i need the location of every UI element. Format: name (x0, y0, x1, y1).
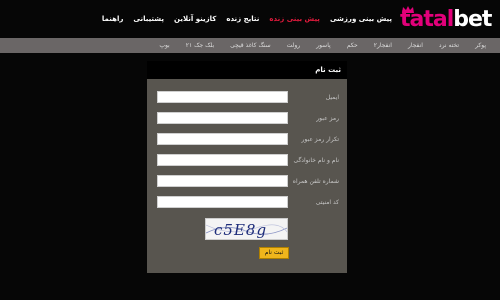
register-submit-button[interactable]: ثبت نام (259, 247, 289, 259)
captcha-text: c5E8g (214, 221, 268, 239)
mobile-row: شماره تلفن همراه (147, 175, 347, 188)
confirm-password-field[interactable] (157, 133, 288, 145)
email-row: ایمیل (147, 91, 347, 104)
security-code-label: کد امنیتی (315, 199, 339, 206)
password-field[interactable] (157, 112, 288, 124)
email-field[interactable] (157, 91, 288, 103)
security-code-row: کد امنیتی (147, 196, 347, 209)
nav-help[interactable]: راهنما (102, 14, 123, 24)
email-label: ایمیل (325, 94, 339, 101)
category-poker[interactable]: پوکر (467, 38, 494, 53)
category-bar: پوکر تخته نرد انفجار انفجار۲ حکم پاسور ر… (0, 38, 500, 53)
category-hokm[interactable]: حکم (339, 38, 366, 53)
logo-wordmark: tatalbet (400, 6, 492, 34)
site-header: tatalbet پیش بینی ورزشی پیش بینی زنده نت… (0, 0, 500, 38)
captcha-image: c5E8g (205, 218, 288, 240)
confirm-password-label: تکرار رمز عبور (301, 136, 339, 143)
fullname-row: نام و نام خانوادگی (147, 154, 347, 167)
registration-title-bar: ثبت نام (147, 61, 347, 79)
nav-sports-betting[interactable]: پیش بینی ورزشی (330, 14, 392, 24)
category-rock-paper-scissors[interactable]: سنگ کاغذ قیچی (222, 38, 279, 53)
category-crash-2[interactable]: انفجار۲ (366, 38, 400, 53)
registration-panel: ثبت نام ایمیل رمز عبور تکرار رمز عبور نا… (147, 61, 347, 273)
category-backgammon[interactable]: تخته نرد (431, 38, 467, 53)
nav-support[interactable]: پشتیبانی (133, 14, 164, 24)
nav-live-results[interactable]: نتایج زنده (226, 14, 259, 24)
fullname-label: نام و نام خانوادگی (293, 157, 339, 164)
logo-text-part2: bet (453, 7, 492, 32)
category-pasur[interactable]: پاسور (308, 38, 339, 53)
registration-title: ثبت نام (315, 66, 341, 74)
logo-text-part1: tatal (400, 7, 454, 32)
nav-online-casino[interactable]: کازینو آنلاین (174, 14, 216, 24)
nav-live-betting[interactable]: پیش بینی زنده (269, 14, 320, 24)
category-roulette[interactable]: رولت (279, 38, 309, 53)
tatalbet-logo[interactable]: tatalbet (400, 6, 496, 36)
category-blackjack[interactable]: بلک جک ۲۱ (178, 38, 222, 53)
confirm-password-row: تکرار رمز عبور (147, 133, 347, 146)
fullname-field[interactable] (157, 154, 288, 166)
password-label: رمز عبور (316, 115, 339, 122)
mobile-field[interactable] (157, 175, 288, 187)
main-nav: پیش بینی ورزشی پیش بینی زنده نتایج زنده … (102, 14, 392, 24)
category-crash[interactable]: انفجار (400, 38, 431, 53)
mobile-label: شماره تلفن همراه (292, 178, 339, 185)
category-bop[interactable]: بوپ (151, 38, 177, 53)
password-row: رمز عبور (147, 112, 347, 125)
security-code-field[interactable] (157, 196, 288, 208)
